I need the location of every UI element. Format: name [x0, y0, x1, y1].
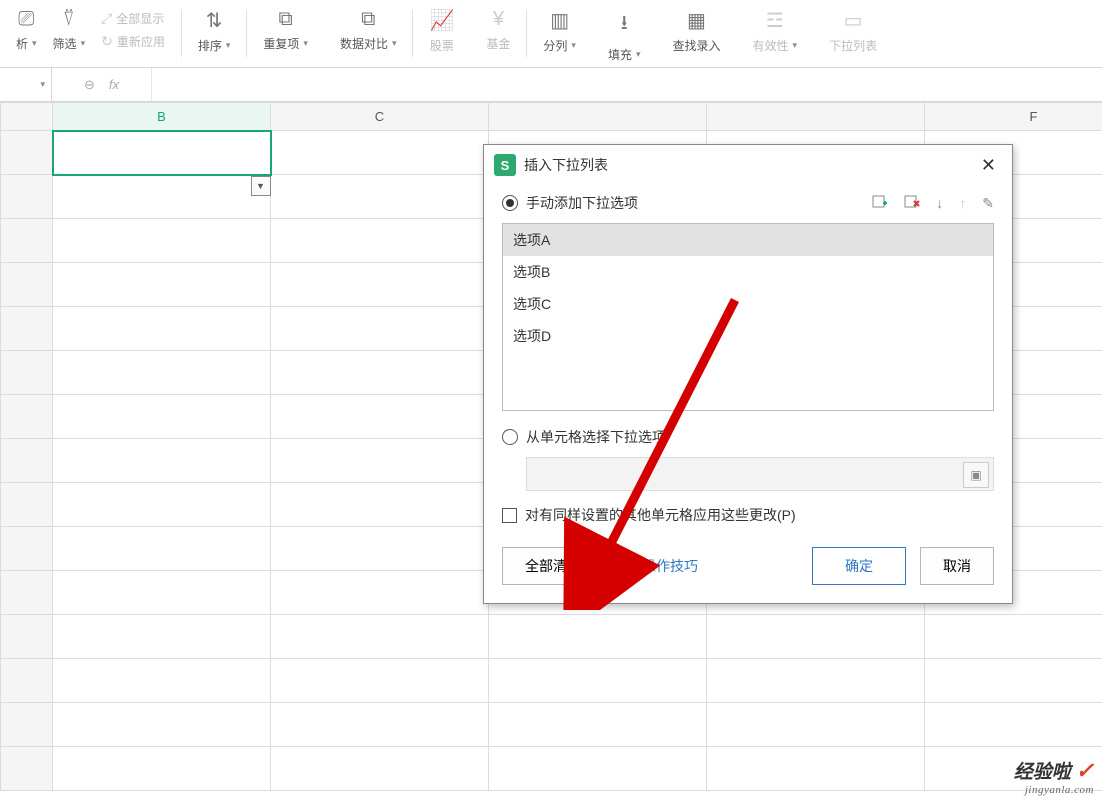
validity-icon: ☲ [766, 8, 784, 33]
column-headers: B C F [1, 103, 1102, 131]
apply-same-label: 对有同样设置的其他单元格应用这些更改(P) [525, 505, 796, 525]
reapply-icon: ↻ [101, 33, 113, 50]
ribbon-fund: ¥ 基金 [480, 6, 516, 54]
col-header-f[interactable]: F [925, 103, 1102, 131]
filter-icon: ⍢ [63, 8, 75, 31]
show-all-icon: ⤢ [101, 10, 112, 27]
selected-cell[interactable]: ▼ [53, 131, 271, 175]
move-up-icon[interactable]: ↑ [959, 195, 966, 212]
radio-manual-label: 手动添加下拉选项 [526, 193, 638, 213]
data-compare-icon: ⧉ [361, 8, 375, 31]
ok-button[interactable]: 确定 [812, 547, 906, 585]
col-header-d[interactable] [489, 103, 707, 131]
corner-cell[interactable] [1, 103, 53, 131]
analyze-icon: ⎚ [18, 8, 34, 31]
radio-from-cells-label: 从单元格选择下拉选项 [526, 427, 666, 447]
option-list[interactable]: 选项A 选项B 选项C 选项D [502, 223, 994, 411]
insert-dropdown-dialog: S 插入下拉列表 ✕ 手动添加下拉选项 ↓ ↑ ✎ 选项A 选项B [483, 144, 1013, 604]
tips-play-icon: ▶ [618, 557, 636, 575]
ribbon-show-all: ⤢ 全部显示 [95, 8, 171, 29]
name-box[interactable]: ▾ [0, 68, 52, 101]
ribbon-find-entry[interactable]: ▦ 查找录入 [667, 6, 727, 56]
move-down-icon[interactable]: ↓ [936, 195, 943, 212]
dialog-close-button[interactable]: ✕ [975, 153, 1002, 178]
dialog-title-text: 插入下拉列表 [524, 155, 608, 175]
fill-icon: ⭳ [621, 8, 628, 42]
find-entry-icon: ▦ [687, 8, 706, 33]
stock-icon: 📈 [429, 8, 454, 33]
table-row [1, 615, 1102, 659]
cancel-formula-icon[interactable]: ⊖ [84, 77, 95, 93]
ribbon-validity: ☲ 有效性 [747, 6, 804, 56]
table-row [1, 659, 1102, 703]
ribbon-toolbar: ⎚ 析 ⍢ 筛选 ⤢ 全部显示 ↻ 重新应用 ⇅ 排序 ⧉ [0, 0, 1102, 68]
col-header-b[interactable]: B [53, 103, 271, 131]
ribbon-reapply: ↻ 重新应用 [95, 31, 171, 52]
formula-bar: ▾ ⊖ fx [0, 68, 1102, 102]
clear-all-button[interactable]: 全部清除 [502, 547, 604, 585]
dialog-titlebar[interactable]: S 插入下拉列表 ✕ [484, 145, 1012, 185]
ribbon-group-filter: ⎚ 析 ⍢ 筛选 ⤢ 全部显示 ↻ 重新应用 [0, 4, 181, 63]
list-item[interactable]: 选项A [503, 224, 993, 256]
dropdown-list-icon: ▭ [844, 8, 863, 33]
tips-link[interactable]: ▶ 操作技巧 [618, 556, 698, 576]
ribbon-stock: 📈 股票 [423, 6, 460, 56]
col-header-e[interactable] [707, 103, 925, 131]
col-header-c[interactable]: C [271, 103, 489, 131]
ribbon-data-compare[interactable]: ⧉ 数据对比 [334, 6, 403, 54]
duplicates-icon: ⧉ [279, 8, 293, 31]
cancel-button[interactable]: 取消 [920, 547, 994, 585]
add-option-icon[interactable] [872, 195, 888, 212]
cell-dropdown-handle[interactable]: ▼ [251, 176, 271, 196]
columns-icon: ▥ [550, 8, 569, 33]
ribbon-analyze-partial[interactable]: ⎚ 析 [10, 6, 43, 54]
radio-from-cells[interactable] [502, 429, 518, 445]
sort-icon: ⇅ [206, 8, 223, 33]
ribbon-duplicates[interactable]: ⧉ 重复项 [257, 6, 314, 54]
fund-icon: ¥ [493, 8, 504, 31]
ribbon-text-to-columns[interactable]: ▥ 分列 [537, 6, 582, 56]
fx-icon[interactable]: fx [109, 77, 119, 92]
apply-same-checkbox[interactable] [502, 508, 517, 523]
formula-input[interactable] [152, 68, 1102, 101]
radio-manual[interactable] [502, 195, 518, 211]
app-logo-icon: S [494, 154, 516, 176]
list-item[interactable]: 选项C [503, 288, 993, 320]
range-picker-icon[interactable]: ▣ [963, 462, 989, 488]
table-row [1, 703, 1102, 747]
list-item[interactable]: 选项D [503, 320, 993, 352]
ribbon-fill[interactable]: ⭳ 填充 [602, 6, 647, 65]
cell-range-input: ▣ [526, 457, 994, 491]
edit-option-icon[interactable]: ✎ [982, 195, 994, 212]
ribbon-dropdown-list: ▭ 下拉列表 [823, 6, 883, 56]
ribbon-filter[interactable]: ⍢ 筛选 [47, 6, 92, 54]
ribbon-sort[interactable]: ⇅ 排序 [192, 6, 237, 56]
list-item[interactable]: 选项B [503, 256, 993, 288]
delete-option-icon[interactable] [904, 195, 920, 212]
table-row [1, 747, 1102, 791]
watermark: 经验啦 ✓ jingyanla.com [1014, 757, 1094, 796]
